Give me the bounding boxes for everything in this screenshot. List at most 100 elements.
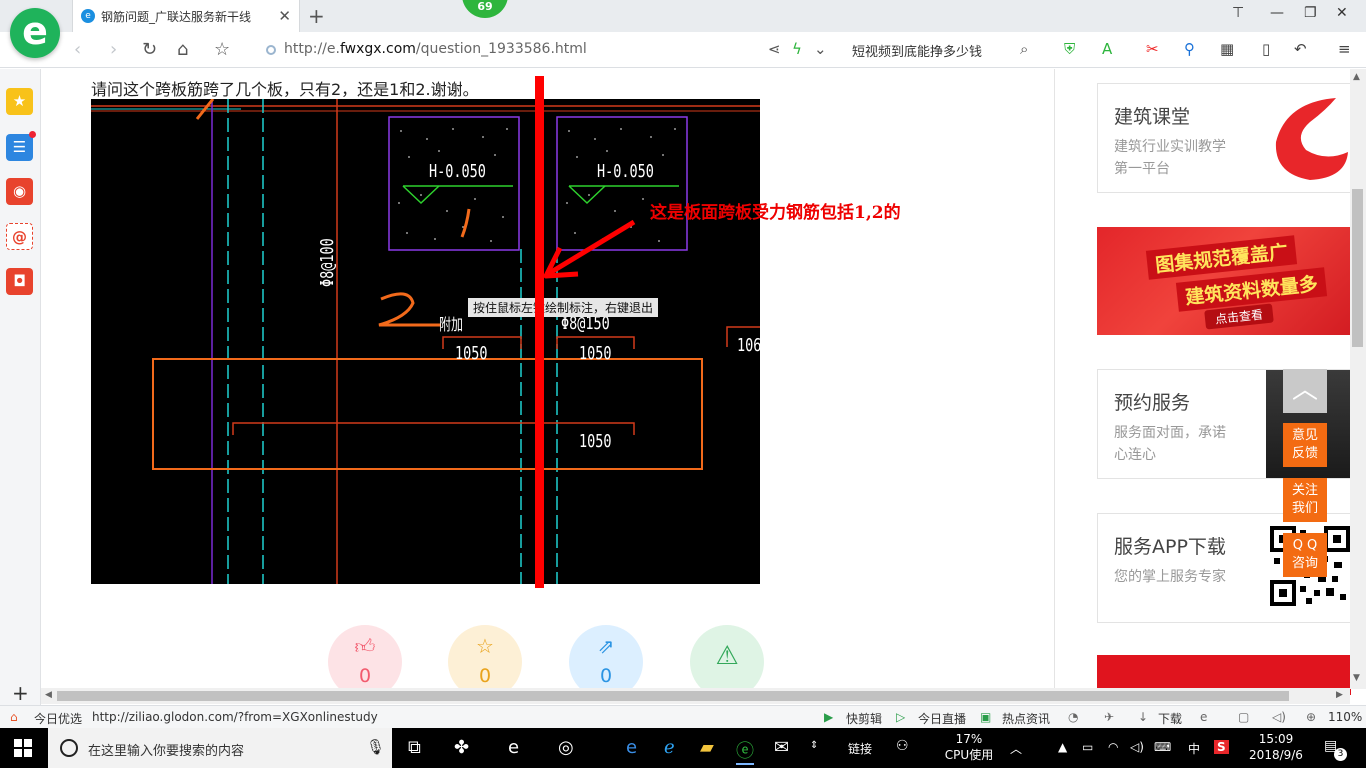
feedback-button[interactable]: 意见 反馈 bbox=[1283, 423, 1327, 467]
tray-expand-icon[interactable]: ︿ bbox=[1010, 740, 1022, 757]
ime-indicator[interactable]: 中 bbox=[1188, 740, 1200, 757]
news-link[interactable]: 热点资讯 bbox=[1002, 710, 1050, 727]
cad-additional-label: 附加 bbox=[439, 315, 464, 334]
file-explorer-icon[interactable]: ▰ bbox=[700, 737, 714, 758]
horizontal-scroll-thumb[interactable] bbox=[57, 691, 1289, 701]
download-icon[interactable]: ↓ bbox=[1138, 710, 1148, 724]
security-icon[interactable] bbox=[266, 45, 276, 55]
magnifier-icon[interactable]: ⚲ bbox=[1184, 40, 1195, 58]
people-icon[interactable]: ⚇ bbox=[896, 738, 909, 754]
status-bar: ⌂ 今日优选 http://ziliao.glodon.com/?from=XG… bbox=[0, 705, 1366, 728]
scissors-icon[interactable]: ✂ bbox=[1146, 40, 1159, 58]
follow-us-button[interactable]: 关注 我们 bbox=[1283, 478, 1327, 522]
vertical-scroll-thumb[interactable] bbox=[1352, 189, 1363, 347]
game-controller-icon[interactable]: ◘ bbox=[6, 268, 33, 295]
browser-taskbar-icon[interactable]: ⓔ bbox=[736, 737, 754, 765]
zoom-icon[interactable]: ⊕ bbox=[1306, 710, 1316, 724]
cpu-usage-widget[interactable]: 17% CPU使用 bbox=[944, 731, 994, 763]
back-to-top-button[interactable]: ︿ bbox=[1283, 369, 1327, 413]
live-icon[interactable]: ▷ bbox=[896, 710, 905, 724]
download-link[interactable]: 下载 bbox=[1158, 710, 1182, 727]
apps-grid-icon[interactable]: ▦ bbox=[1220, 40, 1234, 58]
scroll-left-arrow-icon[interactable]: ◀ bbox=[45, 690, 52, 700]
taskbar-search-box[interactable]: 在这里输入你要搜索的内容 🎙︎ bbox=[48, 728, 392, 768]
cad-dimension-1: 1050 bbox=[455, 343, 488, 364]
fan-app-icon[interactable]: ✤ bbox=[454, 737, 469, 758]
browser-logo[interactable]: e bbox=[10, 8, 60, 58]
chevron-down-icon[interactable]: ⌄ bbox=[814, 40, 827, 58]
daily-picks-link[interactable]: 今日优选 bbox=[34, 710, 82, 727]
add-sidebar-item-button[interactable]: + bbox=[12, 681, 29, 705]
cpu-percent: 17% bbox=[955, 732, 983, 746]
search-input[interactable]: 短视频到底能挣多少钱 bbox=[852, 41, 982, 60]
task-view-icon[interactable]: ⧉ bbox=[408, 737, 421, 758]
window-icon[interactable]: ▢ bbox=[1238, 710, 1249, 724]
edge-legacy-icon[interactable]: e bbox=[508, 737, 519, 758]
qq-consult-button[interactable]: Q Q 咨询 bbox=[1283, 533, 1327, 577]
scroll-down-arrow-icon[interactable]: ▼ bbox=[1353, 673, 1360, 683]
horizontal-scrollbar[interactable]: ◀ ▶ bbox=[41, 688, 1350, 704]
keyboard-icon[interactable]: ⌨ bbox=[1154, 740, 1171, 754]
vertical-scrollbar[interactable]: ▲ ▼ bbox=[1350, 69, 1366, 689]
edge-icon[interactable]: e bbox=[626, 737, 637, 758]
pin-icon[interactable]: ✈ bbox=[1104, 710, 1114, 724]
mail-icon[interactable]: ✉ bbox=[774, 737, 789, 758]
tab-close-icon[interactable]: ✕ bbox=[278, 7, 291, 25]
minimize-button[interactable]: — bbox=[1270, 5, 1284, 21]
system-clock[interactable]: 15:09 2018/9/6 bbox=[1246, 731, 1306, 763]
forward-button[interactable]: › bbox=[110, 39, 117, 60]
weibo-icon[interactable]: ◉ bbox=[6, 178, 33, 205]
clock-time: 15:09 bbox=[1258, 732, 1294, 746]
favorites-star-icon[interactable]: ★ bbox=[6, 88, 33, 115]
course-card[interactable]: 建筑课堂 建筑行业实训教学第一平台 bbox=[1097, 83, 1351, 193]
url-field[interactable]: http://e.fwxgx.com/question_1933586.html bbox=[284, 41, 587, 57]
standards-banner[interactable]: 图集规范覆盖广 建筑资料数量多 点击查看 bbox=[1097, 227, 1351, 335]
undo-icon[interactable]: ↶ bbox=[1294, 40, 1307, 58]
lightning-icon[interactable]: ϟ bbox=[792, 40, 802, 58]
volume-icon[interactable]: ◁) bbox=[1272, 710, 1286, 724]
spiral-app-icon[interactable]: ◎ bbox=[558, 737, 574, 758]
scroll-right-arrow-icon[interactable]: ▶ bbox=[1336, 690, 1343, 700]
ie-mode-icon[interactable]: e bbox=[1200, 710, 1207, 724]
reload-button[interactable]: ↻ bbox=[142, 39, 157, 60]
speed-icon[interactable]: ◔ bbox=[1068, 710, 1078, 724]
scroll-up-arrow-icon[interactable]: ▲ bbox=[1353, 72, 1360, 82]
notification-badge[interactable]: 69 bbox=[462, 0, 508, 18]
wifi-icon[interactable]: ◠ bbox=[1108, 740, 1118, 754]
notification-bell-icon[interactable]: ▲ bbox=[1058, 740, 1067, 754]
gift-icon[interactable]: ⌂ bbox=[10, 710, 18, 724]
ie-icon[interactable]: ℯ bbox=[664, 737, 675, 758]
reading-list-icon[interactable]: ☰ bbox=[6, 131, 36, 161]
shirt-icon[interactable]: ⊤ bbox=[1232, 5, 1244, 21]
bookmark-star-icon[interactable]: ☆ bbox=[214, 39, 230, 60]
news-icon[interactable]: ▣ bbox=[980, 710, 991, 724]
home-icon[interactable]: ⌂ bbox=[177, 39, 188, 60]
menu-icon[interactable]: ≡ bbox=[1338, 40, 1351, 58]
reader-mode-icon[interactable]: ▯ bbox=[1262, 40, 1270, 58]
course-title: 建筑课堂 bbox=[1114, 106, 1191, 128]
new-tab-button[interactable]: + bbox=[308, 4, 325, 28]
maximize-button[interactable]: ❐ bbox=[1304, 5, 1317, 21]
tab-active[interactable]: e 钢筋问题_广联达服务新干线 ✕ bbox=[72, 0, 300, 32]
zoom-level[interactable]: 110% bbox=[1328, 710, 1362, 724]
quick-clip-link[interactable]: 快剪辑 bbox=[846, 710, 882, 727]
back-button[interactable]: ‹ bbox=[74, 39, 81, 60]
link-label[interactable]: 链接 bbox=[848, 740, 872, 757]
reserve-subtitle: 服务面对面，承诺心连心 bbox=[1114, 425, 1226, 463]
taskbar-scroll-icon[interactable]: ⇕ bbox=[810, 740, 818, 751]
email-icon[interactable]: @ bbox=[6, 223, 33, 250]
close-window-button[interactable]: ✕ bbox=[1336, 5, 1348, 21]
search-icon[interactable]: ⌕ bbox=[1020, 40, 1028, 58]
shield-icon[interactable]: ⛨ bbox=[1064, 40, 1075, 58]
sogou-ime-icon[interactable]: S bbox=[1214, 740, 1229, 754]
share-page-icon[interactable]: ⋖ bbox=[768, 40, 781, 58]
live-link[interactable]: 今日直播 bbox=[918, 710, 966, 727]
translate-icon[interactable]: A bbox=[1102, 40, 1112, 58]
quick-clip-icon[interactable]: ▶ bbox=[824, 710, 833, 724]
warning-icon: ⚠ bbox=[715, 641, 739, 671]
like-count: 0 bbox=[358, 665, 372, 687]
volume-tray-icon[interactable]: ◁) bbox=[1130, 740, 1144, 754]
microphone-icon[interactable]: 🎙︎ bbox=[366, 738, 385, 756]
battery-icon[interactable]: ▭ bbox=[1082, 740, 1093, 754]
windows-start-icon[interactable] bbox=[14, 739, 32, 757]
